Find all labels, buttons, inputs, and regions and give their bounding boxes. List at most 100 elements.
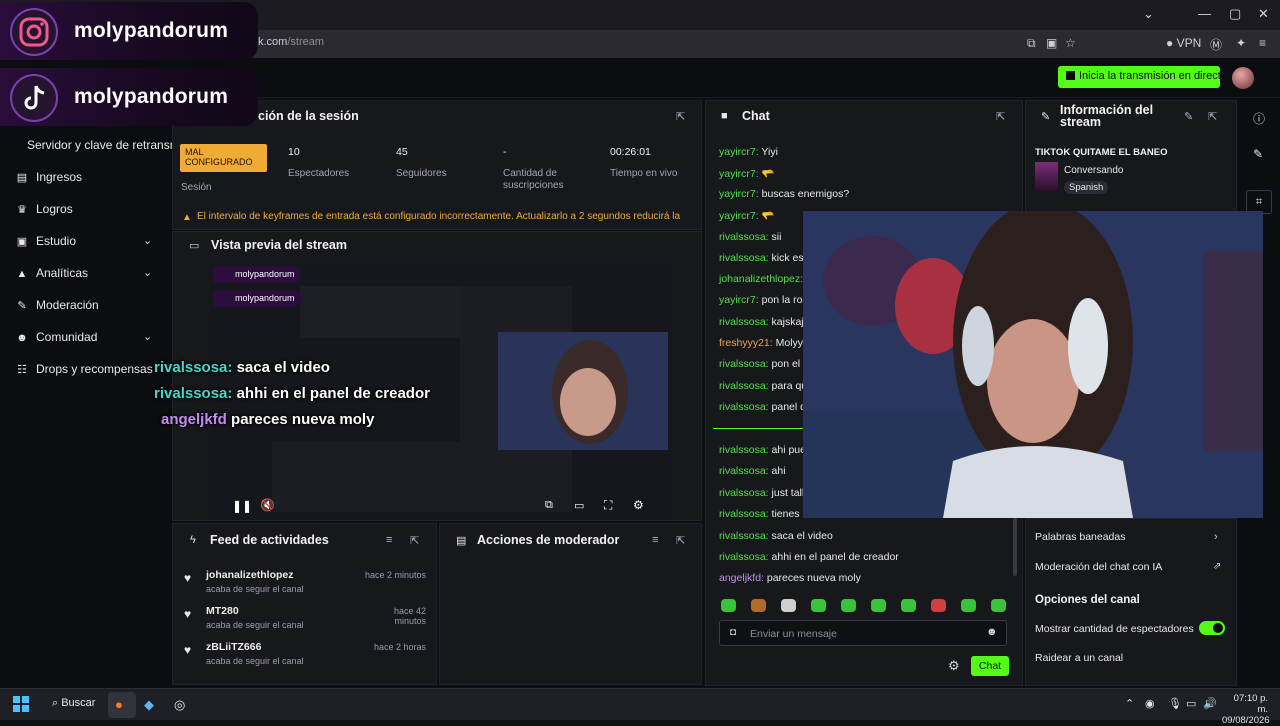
firefox-icon[interactable]: ● bbox=[115, 697, 123, 712]
chat-username[interactable]: johanalizethlopez: bbox=[719, 273, 803, 285]
chat-username[interactable]: rivalssosa: bbox=[719, 252, 769, 264]
chat-username[interactable]: yayircr7: bbox=[719, 168, 759, 180]
chat-settings-icon[interactable]: ⚙ bbox=[948, 658, 960, 674]
sidebar-item-stream-key[interactable]: Servidor y clave de retransmisión bbox=[27, 138, 172, 152]
screenshot-icon[interactable]: ⧉ bbox=[1027, 36, 1036, 51]
profile-icon[interactable]: Ⓜ bbox=[1210, 36, 1222, 53]
info-rail-icon[interactable]: ⓘ bbox=[1253, 110, 1265, 127]
chat-username[interactable]: rivalssosa: bbox=[719, 316, 769, 328]
chat-message[interactable]: freshyyy21: Molyyy bbox=[719, 337, 808, 349]
chat-message[interactable]: angeljkfd: pareces nueva moly bbox=[719, 572, 861, 584]
edit-info-icon[interactable]: ✎ bbox=[1184, 110, 1193, 123]
obs-icon[interactable]: ◎ bbox=[174, 697, 185, 713]
menu-icon[interactable]: ≡ bbox=[1259, 36, 1266, 50]
emote-8-icon[interactable] bbox=[961, 599, 976, 612]
close-window-icon[interactable]: ✕ bbox=[1258, 6, 1269, 22]
chat-input[interactable]: ◘ Enviar un mensaje ☻ bbox=[719, 620, 1007, 646]
sidebar-item-6[interactable]: ☷ Drops y recompensas bbox=[16, 362, 153, 376]
chat-message[interactable]: rivalssosa: panel d bbox=[719, 401, 806, 413]
windows-start-icon[interactable] bbox=[13, 696, 29, 712]
emote-1-icon[interactable] bbox=[751, 599, 766, 612]
chat-username[interactable]: rivalssosa: bbox=[719, 380, 769, 392]
chat-message[interactable]: rivalssosa: ahi bbox=[719, 465, 786, 477]
maximize-icon[interactable]: ▢ bbox=[1229, 6, 1241, 22]
save-page-icon[interactable]: ▣ bbox=[1046, 36, 1057, 50]
pause-icon[interactable]: ❚❚ bbox=[232, 499, 252, 513]
chat-username[interactable]: rivalssosa: bbox=[719, 358, 769, 370]
chat-username[interactable]: yayircr7: bbox=[719, 188, 759, 200]
chat-username[interactable]: rivalssosa: bbox=[719, 530, 769, 542]
sidebar-item-1[interactable]: ♛ Logros bbox=[16, 202, 73, 216]
show-viewers-toggle[interactable] bbox=[1199, 621, 1225, 635]
ai-moderation-link[interactable]: Moderación del chat con IA bbox=[1035, 561, 1162, 573]
sidebar-item-3[interactable]: ▲ Analíticas bbox=[16, 266, 88, 280]
sidebar-item-2[interactable]: ▣ Estudio bbox=[16, 234, 76, 248]
session-expand-icon[interactable]: ⇱ bbox=[676, 110, 685, 123]
chat-message[interactable]: yayircr7: pon la ros bbox=[719, 294, 808, 306]
sidebar-item-5[interactable]: ☻ Comunidad bbox=[16, 330, 97, 344]
emote-3-icon[interactable] bbox=[811, 599, 826, 612]
chat-message[interactable]: rivalssosa: ahhi en el panel de creador bbox=[719, 551, 899, 563]
emoji-icon[interactable]: ☻ bbox=[986, 626, 998, 638]
chat-message[interactable]: rivalssosa: kick es bbox=[719, 252, 804, 264]
taskbar-clock[interactable]: 07:10 p. m. 09/08/2026 bbox=[1222, 693, 1270, 726]
emote-2-icon[interactable] bbox=[781, 599, 796, 612]
info-expand-icon[interactable]: ⇱ bbox=[1208, 110, 1217, 123]
feed-item-name[interactable]: zBLiiTZ666 bbox=[206, 641, 261, 653]
chat-message[interactable]: rivalssosa: just talk bbox=[719, 487, 807, 499]
settings-scrollbar[interactable] bbox=[1013, 518, 1017, 576]
chat-username[interactable]: freshyyy21: bbox=[719, 337, 773, 349]
mod-expand-icon[interactable]: ⇱ bbox=[676, 534, 685, 547]
chat-message[interactable]: rivalssosa: tienes e bbox=[719, 508, 808, 520]
go-live-button[interactable]: Inicia la transmisión en directo bbox=[1058, 66, 1227, 88]
tray-mic-icon[interactable]: 🎙 bbox=[1168, 697, 1182, 710]
feed-expand-icon[interactable]: ⇱ bbox=[410, 534, 419, 547]
sidebar-item-4[interactable]: ✎ Moderación bbox=[16, 298, 98, 312]
chat-username[interactable]: rivalssosa: bbox=[719, 551, 769, 563]
chat-message[interactable]: rivalssosa: ahi pue bbox=[719, 444, 806, 456]
emote-7-icon[interactable] bbox=[931, 599, 946, 612]
tray-volume-icon[interactable]: 🔊 bbox=[1203, 697, 1217, 710]
emote-0-icon[interactable] bbox=[721, 599, 736, 612]
chat-message[interactable]: rivalssosa: sii bbox=[719, 231, 781, 243]
feed-filter-icon[interactable]: ≡ bbox=[386, 534, 392, 546]
chevron-down-icon[interactable]: ⌄ bbox=[143, 330, 152, 343]
chat-message[interactable]: yayircr7: buscas enemigos? bbox=[719, 188, 849, 200]
bookmark-star-icon[interactable]: ☆ bbox=[1065, 36, 1076, 50]
taskbar-search[interactable]: ⌕ Buscar bbox=[52, 697, 95, 710]
chat-username[interactable]: yayircr7: bbox=[719, 294, 759, 306]
tray-chevron-icon[interactable]: ⌃ bbox=[1125, 697, 1134, 710]
chat-expand-icon[interactable]: ⇱ bbox=[996, 110, 1005, 123]
chat-username[interactable]: rivalssosa: bbox=[719, 401, 769, 413]
theater-icon[interactable]: ▭ bbox=[574, 499, 584, 512]
external-link-icon[interactable]: ⇗ bbox=[1213, 561, 1221, 572]
emote-6-icon[interactable] bbox=[901, 599, 916, 612]
tray-app-icon[interactable]: ◉ bbox=[1145, 697, 1155, 710]
mod-filter-icon[interactable]: ≡ bbox=[652, 534, 658, 546]
edit-rail-icon[interactable]: ✎ bbox=[1253, 147, 1263, 161]
feed-item-name[interactable]: MT280 bbox=[206, 605, 239, 617]
pip-icon[interactable]: ⧉ bbox=[545, 499, 553, 512]
tray-network-icon[interactable]: ▭ bbox=[1186, 697, 1196, 710]
extensions-icon[interactable]: ✦ bbox=[1236, 36, 1246, 50]
chat-username[interactable]: rivalssosa: bbox=[719, 465, 769, 477]
mute-icon[interactable]: 🔇 bbox=[260, 498, 275, 512]
banned-words-link[interactable]: Palabras baneadas bbox=[1035, 531, 1126, 543]
emote-5-icon[interactable] bbox=[871, 599, 886, 612]
chevron-right-icon[interactable]: › bbox=[1214, 531, 1218, 543]
emote-9-icon[interactable] bbox=[991, 599, 1006, 612]
sidebar-item-0[interactable]: ▤ Ingresos bbox=[16, 170, 82, 184]
minimize-icon[interactable]: — bbox=[1198, 6, 1211, 21]
chat-message[interactable]: johanalizethlopez: bbox=[719, 273, 803, 285]
vpn-icon[interactable]: ● VPN bbox=[1166, 36, 1201, 50]
chat-message[interactable]: rivalssosa: saca el video bbox=[719, 530, 833, 542]
emote-4-icon[interactable] bbox=[841, 599, 856, 612]
chat-username[interactable]: angeljkfd: bbox=[719, 572, 764, 584]
chat-send-button[interactable]: Chat bbox=[971, 656, 1009, 676]
chat-message[interactable]: yayircr7: Yiyi bbox=[719, 146, 778, 158]
tab-list-chevron-icon[interactable]: ⌄ bbox=[1143, 6, 1154, 22]
chat-message[interactable]: rivalssosa: para qu bbox=[719, 380, 807, 392]
user-avatar[interactable] bbox=[1232, 67, 1254, 89]
chevron-down-icon[interactable]: ⌄ bbox=[143, 234, 152, 247]
chat-username[interactable]: rivalssosa: bbox=[719, 444, 769, 456]
